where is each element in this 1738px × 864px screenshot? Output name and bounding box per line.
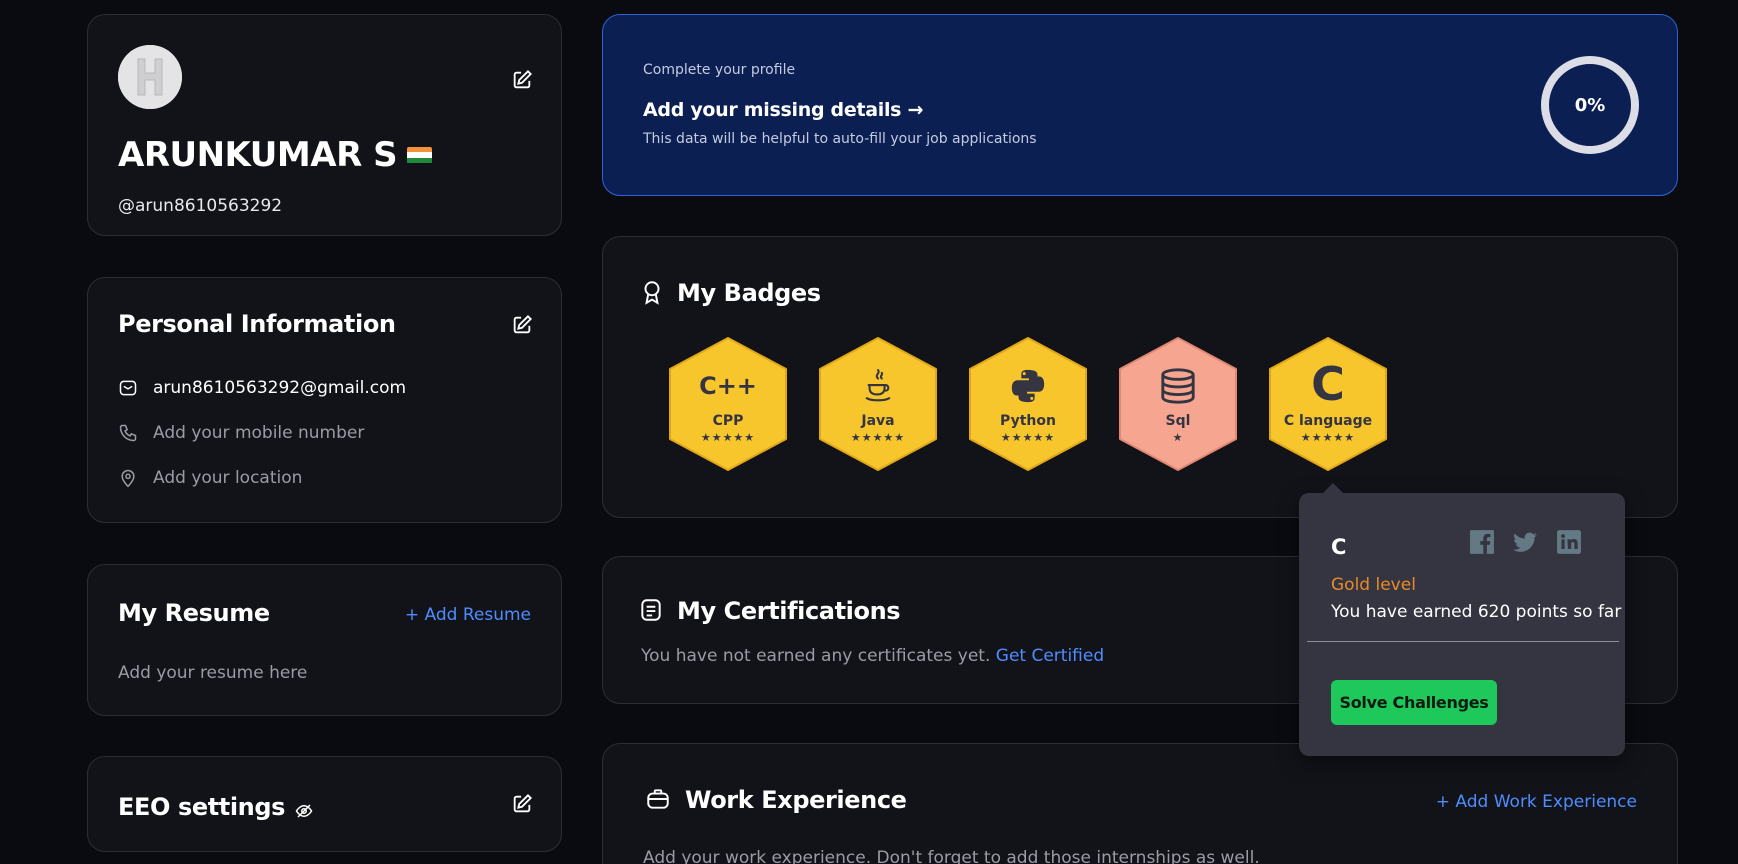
facebook-icon[interactable] bbox=[1469, 529, 1495, 555]
badge-c-language[interactable]: C C language ★★★★★ bbox=[1265, 335, 1391, 473]
complete-profile-eyebrow: Complete your profile bbox=[643, 62, 796, 78]
popover-divider bbox=[1307, 641, 1619, 642]
profile-progress-label: 0% bbox=[1574, 94, 1606, 116]
profile-card: ARUNKUMAR S @arun8610563292 bbox=[87, 14, 562, 236]
badges-card: My Badges C++ CPP ★★★★★ Java ★★★★★ Pytho… bbox=[602, 236, 1678, 518]
award-icon bbox=[639, 279, 665, 305]
badge-name: CPP bbox=[712, 413, 744, 429]
eeo-title-text: EEO settings bbox=[118, 793, 286, 821]
badge-python[interactable]: Python ★★★★★ bbox=[965, 335, 1091, 473]
complete-profile-banner: Complete your profile Add your missing d… bbox=[602, 14, 1678, 196]
badge-stars: ★★★★★ bbox=[1300, 431, 1356, 444]
edit-profile-icon[interactable] bbox=[511, 69, 533, 91]
document-icon bbox=[638, 597, 664, 623]
badge-name: Java bbox=[861, 413, 895, 429]
badges-title: My Badges bbox=[677, 279, 821, 307]
badge-name: Sql bbox=[1165, 413, 1191, 429]
popover-title: C bbox=[1331, 535, 1347, 559]
badge-stars: ★★★★★ bbox=[700, 431, 756, 444]
personal-information-title: Personal Information bbox=[118, 310, 396, 338]
mobile-row[interactable]: Add your mobile number bbox=[118, 423, 364, 443]
badge-stars: ★ bbox=[1172, 431, 1184, 444]
badge-java[interactable]: Java ★★★★★ bbox=[815, 335, 941, 473]
badge-name: C language bbox=[1283, 413, 1373, 429]
cpp-glyph: C++ bbox=[699, 372, 757, 400]
badge-name: Python bbox=[1000, 413, 1056, 429]
profile-progress-ring: 0% bbox=[1538, 53, 1642, 157]
add-missing-details-text: Add your missing details bbox=[643, 99, 902, 121]
profile-name-text: ARUNKUMAR S bbox=[118, 135, 398, 175]
badge-cpp[interactable]: C++ CPP ★★★★★ bbox=[665, 335, 791, 473]
badge-sql[interactable]: Sql ★ bbox=[1115, 335, 1241, 473]
personal-information-card: Personal Information arun8610563292@gmai… bbox=[87, 277, 562, 523]
email-row: arun8610563292@gmail.com bbox=[118, 378, 406, 398]
get-certified-link[interactable]: Get Certified bbox=[996, 646, 1104, 666]
popover-points: You have earned 620 points so far bbox=[1331, 602, 1622, 622]
briefcase-icon bbox=[645, 786, 671, 812]
work-experience-placeholder: Add your work experience. Don't forget t… bbox=[643, 848, 1260, 864]
profile-handle: @arun8610563292 bbox=[118, 196, 283, 216]
resume-title: My Resume bbox=[118, 599, 270, 627]
add-resume-link[interactable]: + Add Resume bbox=[405, 605, 531, 625]
java-icon bbox=[815, 365, 941, 407]
eye-off-icon[interactable] bbox=[295, 798, 313, 818]
work-experience-title: Work Experience bbox=[685, 786, 907, 814]
c-glyph: C bbox=[1311, 357, 1345, 411]
profile-name: ARUNKUMAR S bbox=[118, 135, 433, 175]
edit-eeo-icon[interactable] bbox=[511, 793, 533, 815]
location-pin-icon bbox=[118, 468, 138, 488]
add-missing-details-link[interactable]: Add your missing details → bbox=[643, 99, 923, 121]
phone-icon bbox=[118, 423, 138, 443]
email-value: arun8610563292@gmail.com bbox=[153, 378, 407, 398]
add-work-experience-link[interactable]: + Add Work Experience bbox=[1436, 792, 1637, 812]
location-row[interactable]: Add your location bbox=[118, 468, 302, 488]
arrow-right-icon: → bbox=[907, 99, 924, 121]
location-placeholder[interactable]: Add your location bbox=[153, 468, 302, 488]
avatar[interactable] bbox=[118, 45, 182, 109]
python-icon bbox=[965, 365, 1091, 407]
database-icon bbox=[1115, 365, 1241, 407]
mail-icon bbox=[118, 378, 138, 398]
solve-challenges-button[interactable]: Solve Challenges bbox=[1331, 680, 1497, 725]
badge-popover: C Gold level You have earned 620 points … bbox=[1299, 483, 1625, 756]
eeo-settings-card: EEO settings bbox=[87, 756, 562, 852]
linkedin-icon[interactable] bbox=[1556, 529, 1582, 555]
certifications-empty: You have not earned any certificates yet… bbox=[641, 646, 1104, 666]
eeo-title: EEO settings bbox=[118, 793, 313, 821]
badge-stars: ★★★★★ bbox=[850, 431, 906, 444]
mobile-placeholder[interactable]: Add your mobile number bbox=[153, 423, 364, 443]
resume-card: My Resume + Add Resume Add your resume h… bbox=[87, 564, 562, 716]
badge-stars: ★★★★★ bbox=[1000, 431, 1056, 444]
popover-caret bbox=[1323, 483, 1343, 493]
work-experience-card: Work Experience + Add Work Experience Ad… bbox=[602, 743, 1678, 864]
india-flag-icon bbox=[407, 146, 433, 164]
resume-placeholder: Add your resume here bbox=[118, 663, 308, 683]
popover-level: Gold level bbox=[1331, 575, 1416, 595]
complete-profile-subtext: This data will be helpful to auto-fill y… bbox=[643, 131, 1037, 147]
twitter-icon[interactable] bbox=[1512, 529, 1538, 555]
edit-personal-info-icon[interactable] bbox=[511, 314, 533, 336]
certifications-title: My Certifications bbox=[677, 597, 901, 625]
certifications-empty-text: You have not earned any certificates yet… bbox=[641, 646, 991, 666]
